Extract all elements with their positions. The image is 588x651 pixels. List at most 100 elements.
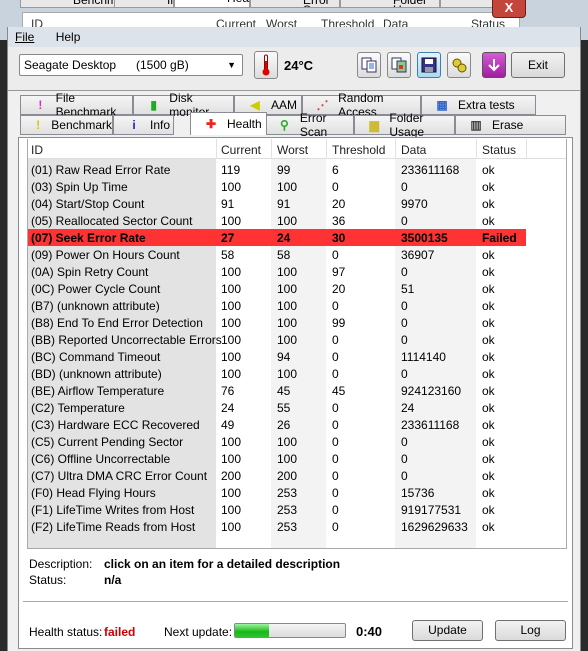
cell-id: (BC) Command Timeout bbox=[31, 350, 161, 364]
cell-id: (09) Power On Hours Count bbox=[31, 248, 180, 262]
column-separator[interactable] bbox=[216, 139, 217, 159]
table-row[interactable]: (F2) LifeTime Reads from Host 100 253 0 1629… bbox=[28, 518, 566, 535]
column-header-threshold[interactable]: Threshold bbox=[332, 143, 385, 157]
cell-status: ok bbox=[482, 248, 495, 262]
table-row[interactable]: (C2) Temperature 24 55 0 24 ok bbox=[28, 399, 566, 416]
tab-file-benchmark[interactable]: ! File Benchmark bbox=[20, 91, 133, 119]
tab-benchmark[interactable]: ! Benchmark bbox=[20, 115, 113, 135]
file-benchmark-icon: ! bbox=[38, 98, 43, 112]
table-row[interactable]: (07) Seek Error Rate 27 24 30 3500135 Failed bbox=[28, 229, 526, 246]
cell-threshold: 0 bbox=[332, 452, 339, 466]
cell-worst: 58 bbox=[277, 248, 291, 262]
column-header-id[interactable]: ID bbox=[31, 143, 43, 157]
temperature-button[interactable] bbox=[254, 51, 278, 79]
cell-worst: 100 bbox=[277, 367, 298, 381]
column-separator[interactable] bbox=[476, 139, 477, 159]
column-separator[interactable] bbox=[326, 139, 327, 159]
cell-id: (03) Spin Up Time bbox=[31, 180, 128, 194]
cell-worst: 91 bbox=[277, 197, 291, 211]
drive-capacity: (1500 gB) bbox=[136, 58, 189, 72]
menu-help[interactable]: Help bbox=[56, 27, 81, 47]
cell-status: ok bbox=[482, 350, 495, 364]
cell-id: (C3) Hardware ECC Recovered bbox=[31, 418, 200, 432]
table-row[interactable]: (0C) Power Cycle Count 100 100 20 51 ok bbox=[28, 280, 566, 297]
table-row[interactable]: (BE) Airflow Temperature 76 45 45 924123160 o… bbox=[28, 382, 566, 399]
table-row[interactable]: (04) Start/Stop Count 91 91 20 9970 ok bbox=[28, 195, 566, 212]
table-row[interactable]: (09) Power On Hours Count 58 58 0 36907 ok bbox=[28, 246, 566, 263]
table-row[interactable]: (B8) End To End Error Detection 100 100 99 0… bbox=[28, 314, 566, 331]
table-row[interactable]: (01) Raw Read Error Rate 119 99 6 233611168 o… bbox=[28, 161, 566, 178]
table-row[interactable]: (C6) Offline Uncorrectable 100 100 0 0 ok bbox=[28, 450, 566, 467]
column-header-current[interactable]: Current bbox=[221, 143, 261, 157]
cell-current: 27 bbox=[221, 231, 235, 245]
column-separator[interactable] bbox=[526, 139, 527, 159]
cell-threshold: 0 bbox=[332, 435, 339, 449]
cell-data: 924123160 bbox=[401, 384, 462, 398]
table-row[interactable]: (03) Spin Up Time 100 100 0 0 ok bbox=[28, 178, 566, 195]
cell-data: 1629629633 bbox=[401, 520, 468, 534]
cell-status: ok bbox=[482, 435, 495, 449]
toolbar: Seagate Desktop (1500 gB) ▼ 24°C Exit bbox=[8, 47, 580, 91]
cell-threshold: 0 bbox=[332, 486, 339, 500]
tab-label: Extra tests bbox=[458, 98, 515, 112]
table-row[interactable]: (C5) Current Pending Sector 100 100 0 0 ok bbox=[28, 433, 566, 450]
cell-current: 100 bbox=[221, 452, 242, 466]
cell-status: ok bbox=[482, 367, 495, 381]
table-row[interactable]: (BB) Reported Uncorrectable Errors 100 100… bbox=[28, 331, 566, 348]
tab-info[interactable]: i Info bbox=[113, 115, 174, 135]
folder-icon: ▆ bbox=[369, 118, 379, 132]
menu-file[interactable]: File bbox=[15, 27, 34, 47]
cell-current: 24 bbox=[221, 401, 235, 415]
column-header-worst[interactable]: Worst bbox=[277, 143, 308, 157]
cell-status: ok bbox=[482, 503, 495, 517]
download-button[interactable] bbox=[482, 52, 506, 78]
options-button[interactable] bbox=[447, 52, 471, 78]
column-header-data[interactable]: Data bbox=[401, 143, 426, 157]
table-row[interactable]: (C3) Hardware ECC Recovered 49 26 0 23361116… bbox=[28, 416, 566, 433]
copy-screenshot-button[interactable] bbox=[387, 52, 411, 78]
cell-data: 1114140 bbox=[401, 350, 446, 364]
log-button[interactable]: Log bbox=[495, 620, 566, 641]
tab-health[interactable]: ✚ Health bbox=[190, 112, 267, 135]
table-row[interactable]: (F1) LifeTime Writes from Host 100 253 0 919… bbox=[28, 501, 566, 518]
table-row[interactable]: (05) Reallocated Sector Count 100 100 36 0 ok bbox=[28, 212, 566, 229]
update-button[interactable]: Update bbox=[412, 620, 483, 641]
cell-worst: 100 bbox=[277, 214, 298, 228]
cell-threshold: 20 bbox=[332, 197, 346, 211]
close-button[interactable]: X bbox=[492, 0, 526, 18]
next-update-progress bbox=[234, 623, 346, 638]
cell-threshold: 6 bbox=[332, 163, 339, 177]
exit-button[interactable]: Exit bbox=[511, 52, 565, 78]
copy-screenshot-icon bbox=[391, 57, 407, 73]
tab-folder-usage[interactable]: ▆ Folder Usage bbox=[354, 111, 455, 139]
status-label: Status: bbox=[29, 573, 67, 587]
table-row[interactable]: (B7) (unknown attribute) 100 100 0 0 ok bbox=[28, 297, 566, 314]
thermometer-icon bbox=[262, 54, 270, 76]
cell-threshold: 0 bbox=[332, 367, 339, 381]
drive-select[interactable]: Seagate Desktop (1500 gB) ▼ bbox=[19, 54, 243, 76]
cell-id: (07) Seek Error Rate bbox=[31, 231, 146, 245]
table-row[interactable]: (BD) (unknown attribute) 100 100 0 0 ok bbox=[28, 365, 566, 382]
speaker-icon: ◀ bbox=[250, 98, 260, 112]
table-row[interactable]: (C7) Ultra DMA CRC Error Count 200 200 0 0 ok bbox=[28, 467, 566, 484]
cell-status: ok bbox=[482, 282, 495, 296]
table-row[interactable]: (BC) Command Timeout 100 94 0 1114140 ok bbox=[28, 348, 566, 365]
cell-worst: 55 bbox=[277, 401, 291, 415]
background-tab: Error Scan bbox=[250, 0, 340, 8]
cell-id: (C5) Current Pending Sector bbox=[31, 435, 184, 449]
column-separator[interactable] bbox=[395, 139, 396, 159]
menu-bar: File Help bbox=[8, 27, 580, 47]
cell-id: (C7) Ultra DMA CRC Error Count bbox=[31, 469, 208, 483]
tab-error-scan[interactable]: ⚲ Error Scan bbox=[264, 111, 354, 139]
save-button[interactable] bbox=[417, 52, 441, 78]
smart-table: ID Current Worst Threshold Data Status (01) R… bbox=[27, 139, 567, 549]
copy-text-button[interactable] bbox=[357, 52, 381, 78]
column-separator[interactable] bbox=[271, 139, 272, 159]
table-row[interactable]: (0A) Spin Retry Count 100 100 97 0 ok bbox=[28, 263, 566, 280]
tab-erase[interactable]: ▥ Erase bbox=[455, 115, 566, 135]
cell-current: 100 bbox=[221, 435, 242, 449]
table-row[interactable]: (F0) Head Flying Hours 100 253 0 15736 ok bbox=[28, 484, 566, 501]
cell-status: ok bbox=[482, 197, 495, 211]
column-header-status[interactable]: Status bbox=[482, 143, 516, 157]
cell-threshold: 99 bbox=[332, 316, 346, 330]
